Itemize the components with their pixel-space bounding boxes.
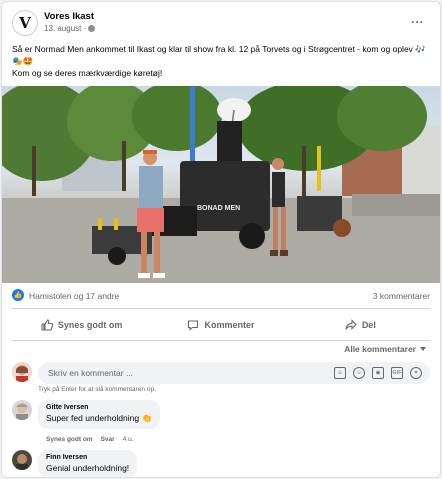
divider [12, 340, 430, 341]
comment-text: Genial underholdning! [46, 463, 130, 473]
reactions-bar: 👍 Hamistolen og 17 andre 3 kommentarer [12, 288, 430, 306]
comment-input-box[interactable]: ☺ ☺ ◉ GIF ✦ [38, 362, 430, 384]
post-text: Så er Normad Men ankommet til Ikast og k… [12, 43, 434, 79]
public-globe-icon [88, 25, 96, 32]
comment-button[interactable]: Kommenter [151, 311, 290, 339]
likers-summary[interactable]: Hamistolen og 17 andre [29, 291, 119, 301]
commenter-photo [12, 450, 32, 470]
vehicle-lettering: BONAD MEN [197, 205, 240, 212]
comment-author[interactable]: Gitte Iversen [46, 404, 152, 411]
like-button[interactable]: Synes godt om [12, 311, 151, 339]
commenter-photo [12, 400, 32, 420]
user-photo [12, 362, 32, 382]
comment-input[interactable] [48, 366, 248, 380]
post-actions: Synes godt om Kommenter Del [12, 311, 430, 339]
commenter-avatar[interactable] [12, 450, 32, 470]
comment-bubble: Finn Iversen Genial underholdning! [38, 450, 138, 477]
divider [12, 308, 430, 309]
page-avatar[interactable]: V [12, 10, 38, 36]
sort-label: Alle kommentarer [344, 344, 416, 354]
like-label: Synes godt om [57, 320, 123, 330]
comment-actions: Synes godt om Svar 4 u. [46, 436, 134, 443]
camera-icon[interactable]: ◉ [372, 367, 384, 379]
comment-age[interactable]: 4 u. [123, 436, 134, 443]
comment-bubble: Gitte Iversen Super fed underholdning 👏 [38, 400, 161, 429]
page-logo-text: V [19, 14, 31, 32]
comment-reply-link[interactable]: Svar [101, 436, 115, 443]
post-header: V Vores Ikast 13. august · ... [12, 10, 432, 40]
post-timestamp[interactable]: 13. august · [44, 24, 86, 33]
gif-icon[interactable]: GIF [391, 367, 403, 379]
sticker-icon[interactable]: ✦ [410, 367, 422, 379]
comment-sort-dropdown[interactable]: Alle kommentarer [344, 344, 426, 354]
post-meta: 13. august · [44, 24, 96, 33]
post-photo[interactable]: BONAD MEN [2, 86, 440, 283]
thumbs-up-icon [41, 319, 53, 331]
post-card: V Vores Ikast 13. august · ... Så er Nor… [1, 1, 441, 478]
comment-input-tools: ☺ ☺ ◉ GIF ✦ [334, 367, 422, 379]
post-text-line-2: Kom og se deres mærkværdige køretøj! [12, 68, 163, 78]
street-performers-scene: BONAD MEN [2, 86, 440, 283]
comment-text: Super fed underholdning 👏 [46, 413, 153, 423]
more-options-icon[interactable]: ... [411, 12, 424, 26]
commenter-avatar[interactable] [12, 400, 32, 420]
post-text-line-1: Så er Normad Men ankommet til Ikast og k… [12, 44, 426, 66]
comment-author[interactable]: Finn Iversen [46, 454, 129, 461]
input-hint: Tryk på Enter for at slå kommentaren op. [38, 386, 156, 393]
page-name[interactable]: Vores Ikast [44, 11, 94, 22]
current-user-avatar[interactable] [12, 362, 32, 382]
comment-count[interactable]: 3 kommentarer [373, 291, 430, 301]
smiley-sticker-icon[interactable]: ☺ [334, 367, 346, 379]
chevron-down-icon [420, 347, 426, 351]
comment-label: Kommenter [204, 320, 255, 330]
speech-bubble-icon [188, 320, 199, 331]
share-arrow-icon [345, 319, 357, 330]
share-label: Del [361, 320, 376, 330]
like-reaction-icon[interactable]: 👍 [12, 289, 24, 301]
comment-like-link[interactable]: Synes godt om [46, 436, 93, 443]
share-button[interactable]: Del [291, 311, 430, 339]
emoji-icon[interactable]: ☺ [353, 367, 365, 379]
